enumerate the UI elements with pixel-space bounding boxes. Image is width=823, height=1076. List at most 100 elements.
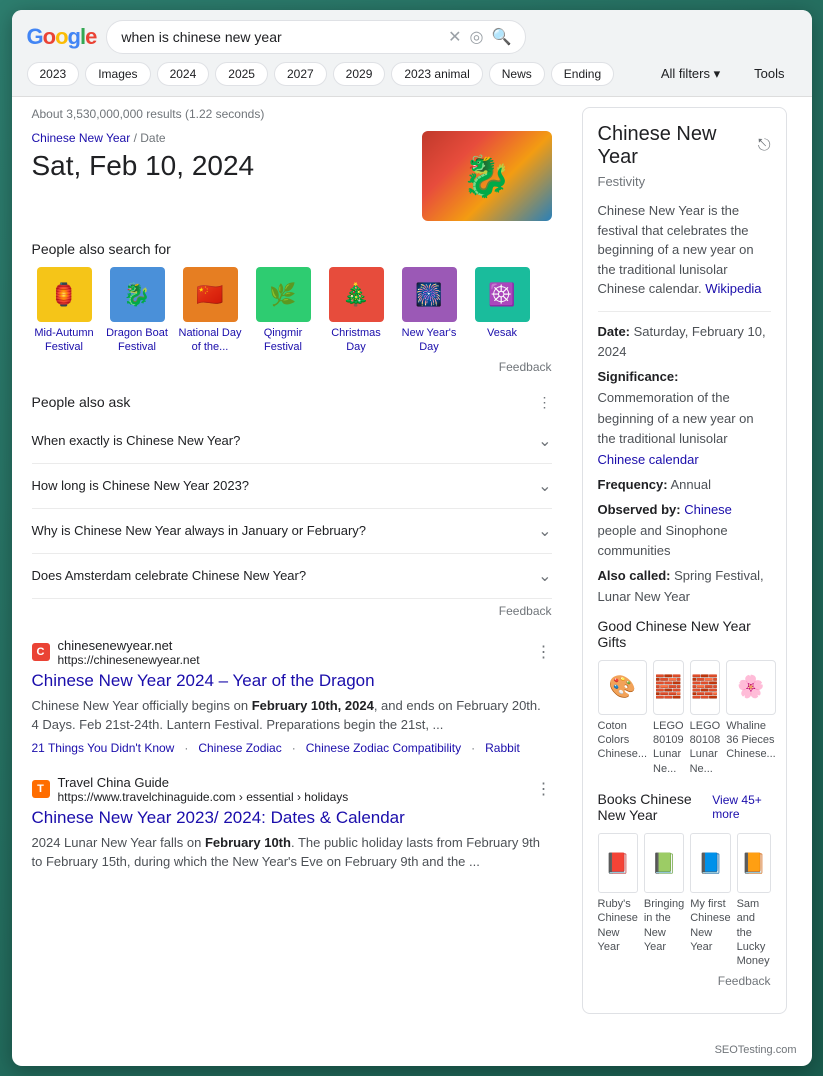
feedback-link-sidebar[interactable]: Feedback [598,974,771,988]
book-name-2: Bringing in the New Year [644,897,684,954]
filter-chip-animal[interactable]: 2023 animal [391,62,482,86]
search-icon[interactable]: 🔍 [491,27,511,47]
view-more-books[interactable]: View 45+ more [712,793,770,821]
source-icon-1: C [32,643,50,661]
chevron-down-icon: ⌄ [538,476,551,496]
knowledge-panel-subtitle: Festivity [598,174,771,189]
result-snippet-1: Chinese New Year officially begins on Fe… [32,696,552,735]
feedback-link-1[interactable]: Feedback [32,360,552,374]
vesak-label: Vesak [487,326,517,340]
chevron-down-icon: ⌄ [538,566,551,586]
featured-image: 🐉 [422,131,552,221]
filter-chip-images[interactable]: Images [85,62,150,86]
paa-item-2[interactable]: How long is Chinese New Year 2023? ⌄ [32,464,552,509]
gifts-section: Good Chinese New Year Gifts 🎨 Coton Colo… [598,618,771,776]
gifts-grid: 🎨 Coton Colors Chinese... 🧱 LEGO 80109 L… [598,660,771,776]
book-thumb-2: 📗 [644,833,684,893]
book-item-3[interactable]: 📘 My first Chinese New Year [690,833,730,968]
gifts-title: Good Chinese New Year Gifts [598,618,771,650]
mid-autumn-thumb: 🏮 [37,267,92,322]
search-input[interactable] [121,29,440,45]
gift-name-4: Whaline 36 Pieces Chinese... [726,719,776,762]
gift-item-3[interactable]: 🧱 LEGO 80108 Lunar Ne... [690,660,721,776]
list-item[interactable]: 🏮 Mid-Autumn Festival [32,267,97,355]
result-menu-icon-2[interactable]: ⋮ [536,779,552,799]
all-filters-button[interactable]: All filters ▾ [649,62,732,86]
side-row-date: Date: Saturday, February 10, 2024 [598,322,771,364]
list-item[interactable]: 🌿 Qingmir Festival [251,267,316,355]
knowledge-panel-description: Chinese New Year is the festival that ce… [598,201,771,299]
filter-chip-2027[interactable]: 2027 [274,62,327,86]
christmas-thumb: 🎄 [329,267,384,322]
side-row-also-called: Also called: Spring Festival, Lunar New … [598,566,771,608]
result-title-1[interactable]: Chinese New Year 2024 – Year of the Drag… [32,671,552,691]
paa-question-3: Why is Chinese New Year always in Januar… [32,523,367,538]
paa-item-3[interactable]: Why is Chinese New Year always in Januar… [32,509,552,554]
list-item[interactable]: 🎆 New Year's Day [397,267,462,355]
clear-icon[interactable]: ✕ [448,27,461,47]
book-item-2[interactable]: 📗 Bringing in the New Year [644,833,684,968]
list-item[interactable]: 🎄 Christmas Day [324,267,389,355]
filter-chip-2023[interactable]: 2023 [27,62,80,86]
results-count: About 3,530,000,000 results (1.22 second… [32,107,552,121]
wikipedia-link[interactable]: Wikipedia [705,281,761,296]
book-item-1[interactable]: 📕 Ruby's Chinese New Year [598,833,638,968]
featured-date-box: Chinese New Year / Date Sat, Feb 10, 202… [32,131,552,221]
filter-chip-news[interactable]: News [489,62,545,86]
result-title-2[interactable]: Chinese New Year 2023/ 2024: Dates & Cal… [32,808,552,828]
book-item-4[interactable]: 📙 Sam and the Lucky Money [737,833,771,968]
gift-thumb-1: 🎨 [598,660,648,715]
knowledge-panel-title: Chinese New Year [598,123,758,169]
paa-question-2: How long is Chinese New Year 2023? [32,478,250,493]
list-item[interactable]: 🇨🇳 National Day of the... [178,267,243,355]
book-thumb-4: 📙 [737,833,771,893]
gift-item-4[interactable]: 🌸 Whaline 36 Pieces Chinese... [726,660,776,776]
breadcrumb-link-cny[interactable]: Chinese New Year [32,131,131,145]
result-link-21things[interactable]: 21 Things You Didn't Know [32,741,175,755]
dragon-boat-thumb: 🐉 [110,267,165,322]
chevron-down-icon: ⌄ [538,521,551,541]
knowledge-panel: Chinese New Year ⎋ Festivity Chinese New… [582,107,787,1014]
filter-chip-2025[interactable]: 2025 [215,62,268,86]
national-day-thumb: 🇨🇳 [183,267,238,322]
national-day-label: National Day of the... [178,326,243,355]
gift-thumb-2: 🧱 [653,660,684,715]
filters-row: 2023 Images 2024 2025 2027 2029 2023 ani… [27,62,797,86]
gift-item-1[interactable]: 🎨 Coton Colors Chinese... [598,660,648,776]
filter-chip-2029[interactable]: 2029 [333,62,386,86]
people-grid: 🏮 Mid-Autumn Festival 🐉 Dragon Boat Fest… [32,267,552,355]
feedback-link-2[interactable]: Feedback [32,604,552,618]
lens-icon[interactable]: ◎ [469,27,483,47]
gift-thumb-3: 🧱 [690,660,721,715]
books-title: Books Chinese New Year [598,791,713,823]
gift-item-2[interactable]: 🧱 LEGO 80109 Lunar Ne... [653,660,684,776]
source-url-2: https://www.travelchinaguide.com › essen… [58,790,349,804]
new-years-label: New Year's Day [397,326,462,355]
paa-more-icon[interactable]: ⋮ [538,394,552,411]
list-item[interactable]: ☸️ Vesak [470,267,535,355]
list-item[interactable]: 🐉 Dragon Boat Festival [105,267,170,355]
chinese-people-link[interactable]: Chinese [684,502,732,517]
tools-button[interactable]: Tools [742,62,796,86]
qingmir-thumb: 🌿 [256,267,311,322]
filter-chip-2024[interactable]: 2024 [157,62,210,86]
side-row-observed: Observed by: Chinese people and Sinophon… [598,500,771,562]
result-menu-icon-1[interactable]: ⋮ [536,642,552,662]
result-link-compatibility[interactable]: Chinese Zodiac Compatibility [306,741,461,755]
side-row-significance: Significance: Commemoration of the begin… [598,367,771,471]
dragon-boat-label: Dragon Boat Festival [105,326,170,355]
books-grid: 📕 Ruby's Chinese New Year 📗 Bringing in … [598,833,771,968]
share-icon[interactable]: ⎋ [758,137,771,155]
festival-art-icon: 🐉 [462,153,512,200]
source-icon-2: T [32,780,50,798]
books-section: Books Chinese New Year View 45+ more 📕 R… [598,791,771,968]
paa-item-4[interactable]: Does Amsterdam celebrate Chinese New Yea… [32,554,552,599]
result-link-zodiac[interactable]: Chinese Zodiac [198,741,281,755]
source-domain-1: chinesenewyear.net https://chinesenewyea… [58,638,200,667]
book-name-3: My first Chinese New Year [690,897,730,954]
gift-name-2: LEGO 80109 Lunar Ne... [653,719,684,776]
filter-chip-ending[interactable]: Ending [551,62,614,86]
paa-item-1[interactable]: When exactly is Chinese New Year? ⌄ [32,419,552,464]
result-link-rabbit[interactable]: Rabbit [485,741,520,755]
chinese-calendar-link[interactable]: Chinese calendar [598,452,699,467]
